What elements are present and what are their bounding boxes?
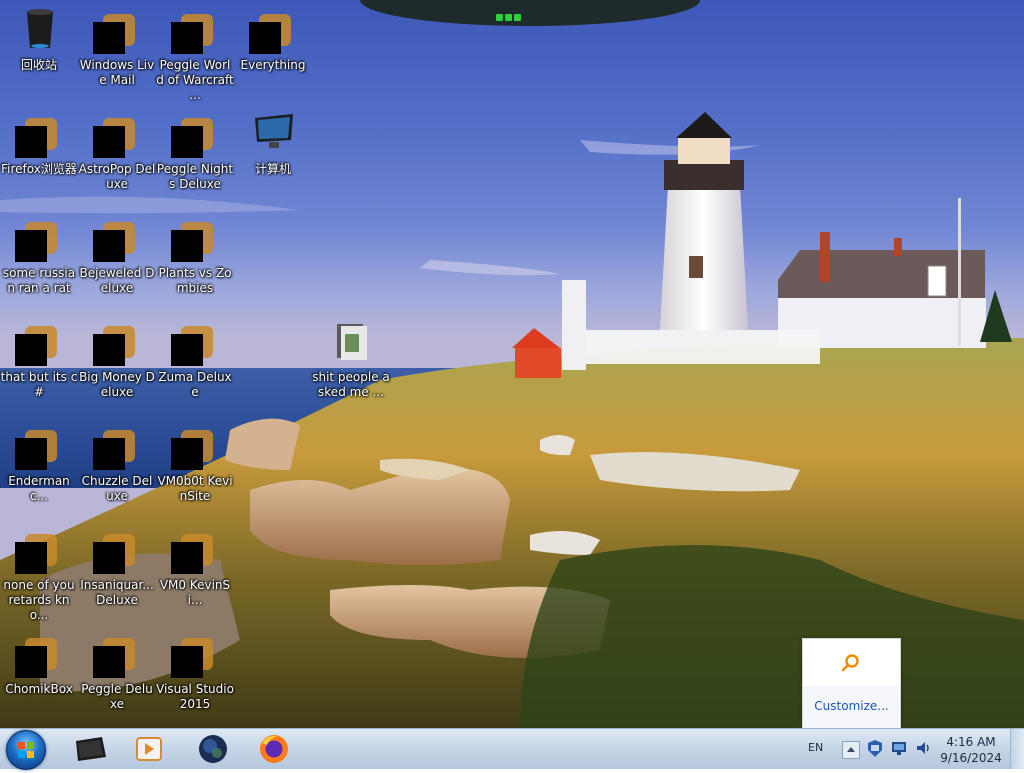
desktop-icon[interactable]: AstroPop Deluxe	[78, 104, 156, 204]
redaction-box	[171, 334, 203, 366]
desktop-icon[interactable]: none of you retards kno...	[0, 520, 78, 622]
redaction-box	[15, 438, 47, 470]
start-button[interactable]	[6, 730, 46, 770]
desktop-icon[interactable]: 回收站	[0, 0, 78, 100]
redaction-box	[171, 230, 203, 262]
desktop-icon-label: 回收站	[20, 58, 57, 72]
desktop-icon[interactable]: Peggle World of Warcraft ...	[156, 0, 234, 102]
computer-icon	[255, 114, 293, 148]
language-indicator[interactable]: EN	[808, 741, 823, 754]
action-center-icon[interactable]	[866, 739, 884, 759]
desktop-icon-label: Windows Live Mail	[79, 58, 155, 87]
desktop-icon[interactable]: Everything	[234, 0, 312, 100]
show-desktop-button[interactable]	[1010, 729, 1024, 769]
network-icon[interactable]	[890, 739, 908, 757]
desktop-icon-label: Everything	[240, 58, 306, 72]
redaction-box	[93, 542, 125, 574]
taskbar-media-player[interactable]	[120, 731, 178, 767]
desktop-icon[interactable]: Bejeweled Deluxe	[78, 208, 156, 308]
redaction-box	[15, 126, 47, 158]
redaction-box	[171, 542, 203, 574]
media-player-icon	[136, 737, 162, 761]
desktop-icon[interactable]: Insaniquar... Deluxe	[78, 520, 156, 620]
redaction-box	[171, 646, 203, 678]
desktop-icon-label: 计算机	[254, 162, 291, 176]
taskbar-globe[interactable]	[184, 731, 242, 767]
desktop-icon-label: VM0b0t KevinSite	[157, 474, 233, 503]
folder-icon	[337, 324, 367, 360]
desktop-icon-label: shit people asked me ...	[312, 370, 390, 399]
desktop-icon[interactable]: Big Money Deluxe	[78, 312, 156, 412]
everything-search-icon[interactable]	[841, 653, 861, 673]
desktop-icon[interactable]: Peggle Deluxe	[78, 624, 156, 724]
desktop-icon-label: VM0 KevinSi...	[159, 578, 231, 607]
desktop-icon-label: Big Money Deluxe	[79, 370, 155, 399]
desktop-icon-label: Zuma Deluxe	[158, 370, 232, 399]
desktop-icon-label: Insaniquar... Deluxe	[80, 578, 154, 607]
redaction-box	[249, 22, 281, 54]
file-explorer-icon	[76, 737, 106, 761]
show-hidden-icons-button[interactable]	[842, 741, 860, 759]
gadget-indicator	[496, 6, 524, 21]
desktop-icon-label: Visual Studio 2015	[156, 682, 234, 711]
desktop-icon[interactable]: Windows Live Mail	[78, 0, 156, 100]
overflow-icon-area	[803, 639, 900, 686]
clock-time[interactable]: 4:16 AM	[936, 735, 1006, 749]
clock-date[interactable]: 9/16/2024	[936, 751, 1006, 765]
redaction-box	[171, 438, 203, 470]
recycle-bin-icon	[27, 9, 53, 48]
notification-overflow-popup: Customize...	[802, 638, 901, 728]
chevron-up-icon	[847, 747, 855, 752]
desktop-icon[interactable]: Endermanc...	[0, 416, 78, 516]
taskbar: EN 4:16 AM 9/16/2024	[0, 728, 1024, 770]
desktop-icon-label: Peggle World of Warcraft ...	[156, 58, 234, 102]
desktop[interactable]: 回收站 Windows Live Mail Peggle World of Warc…	[0, 0, 1024, 728]
customize-link[interactable]: Customize...	[803, 699, 900, 713]
desktop-icon[interactable]: Plants vs Zombies	[156, 208, 234, 308]
desktop-icon-label: ChomikBox	[5, 682, 73, 696]
desktop-icon-label: Chuzzle Deluxe	[81, 474, 153, 503]
desktop-icon-label: Peggle Deluxe	[81, 682, 153, 711]
desktop-icon[interactable]: VM0 KevinSi...	[156, 520, 234, 620]
redaction-box	[93, 126, 125, 158]
redaction-box	[93, 438, 125, 470]
firefox-icon	[260, 735, 288, 763]
desktop-icon[interactable]: that but its c#	[0, 312, 78, 412]
redaction-box	[93, 334, 125, 366]
globe-icon	[199, 735, 227, 763]
desktop-icon-label: none of you retards kno...	[3, 578, 75, 622]
desktop-icon[interactable]: Zuma Deluxe	[156, 312, 234, 412]
windows-logo-icon	[18, 742, 34, 758]
redaction-box	[15, 230, 47, 262]
redaction-box	[171, 126, 203, 158]
desktop-icon[interactable]: Peggle Nights Deluxe	[156, 104, 234, 204]
desktop-icon-label: some russian ran a rat	[2, 266, 76, 295]
desktop-icon[interactable]: shit people asked me ...	[312, 312, 390, 412]
desktop-icon[interactable]: Visual Studio 2015	[156, 624, 234, 724]
taskbar-firefox[interactable]	[245, 731, 303, 767]
redaction-box	[93, 22, 125, 54]
desktop-icon-label: Plants vs Zombies	[158, 266, 232, 295]
redaction-box	[171, 22, 203, 54]
desktop-icon-label: Endermanc...	[8, 474, 70, 503]
desktop-icon[interactable]: 计算机	[234, 104, 312, 204]
volume-icon[interactable]	[914, 739, 932, 757]
desktop-icon[interactable]: VM0b0t KevinSite	[156, 416, 234, 516]
redaction-box	[15, 646, 47, 678]
desktop-icon-label: Bejeweled Deluxe	[79, 266, 155, 295]
redaction-box	[15, 542, 47, 574]
redaction-box	[93, 646, 125, 678]
desktop-icon-label: Peggle Nights Deluxe	[156, 162, 234, 191]
desktop-icon[interactable]: ChomikBox	[0, 624, 78, 724]
taskbar-file-explorer[interactable]	[62, 731, 120, 767]
desktop-icon[interactable]: Firefox浏览器	[0, 104, 78, 204]
redaction-box	[15, 334, 47, 366]
desktop-icon-label: that but its c#	[0, 370, 78, 399]
redaction-box	[93, 230, 125, 262]
desktop-icon[interactable]: Chuzzle Deluxe	[78, 416, 156, 516]
desktop-icon[interactable]: some russian ran a rat	[0, 208, 78, 308]
desktop-icon-label: AstroPop Deluxe	[78, 162, 156, 191]
desktop-icon-label: Firefox浏览器	[1, 162, 77, 176]
